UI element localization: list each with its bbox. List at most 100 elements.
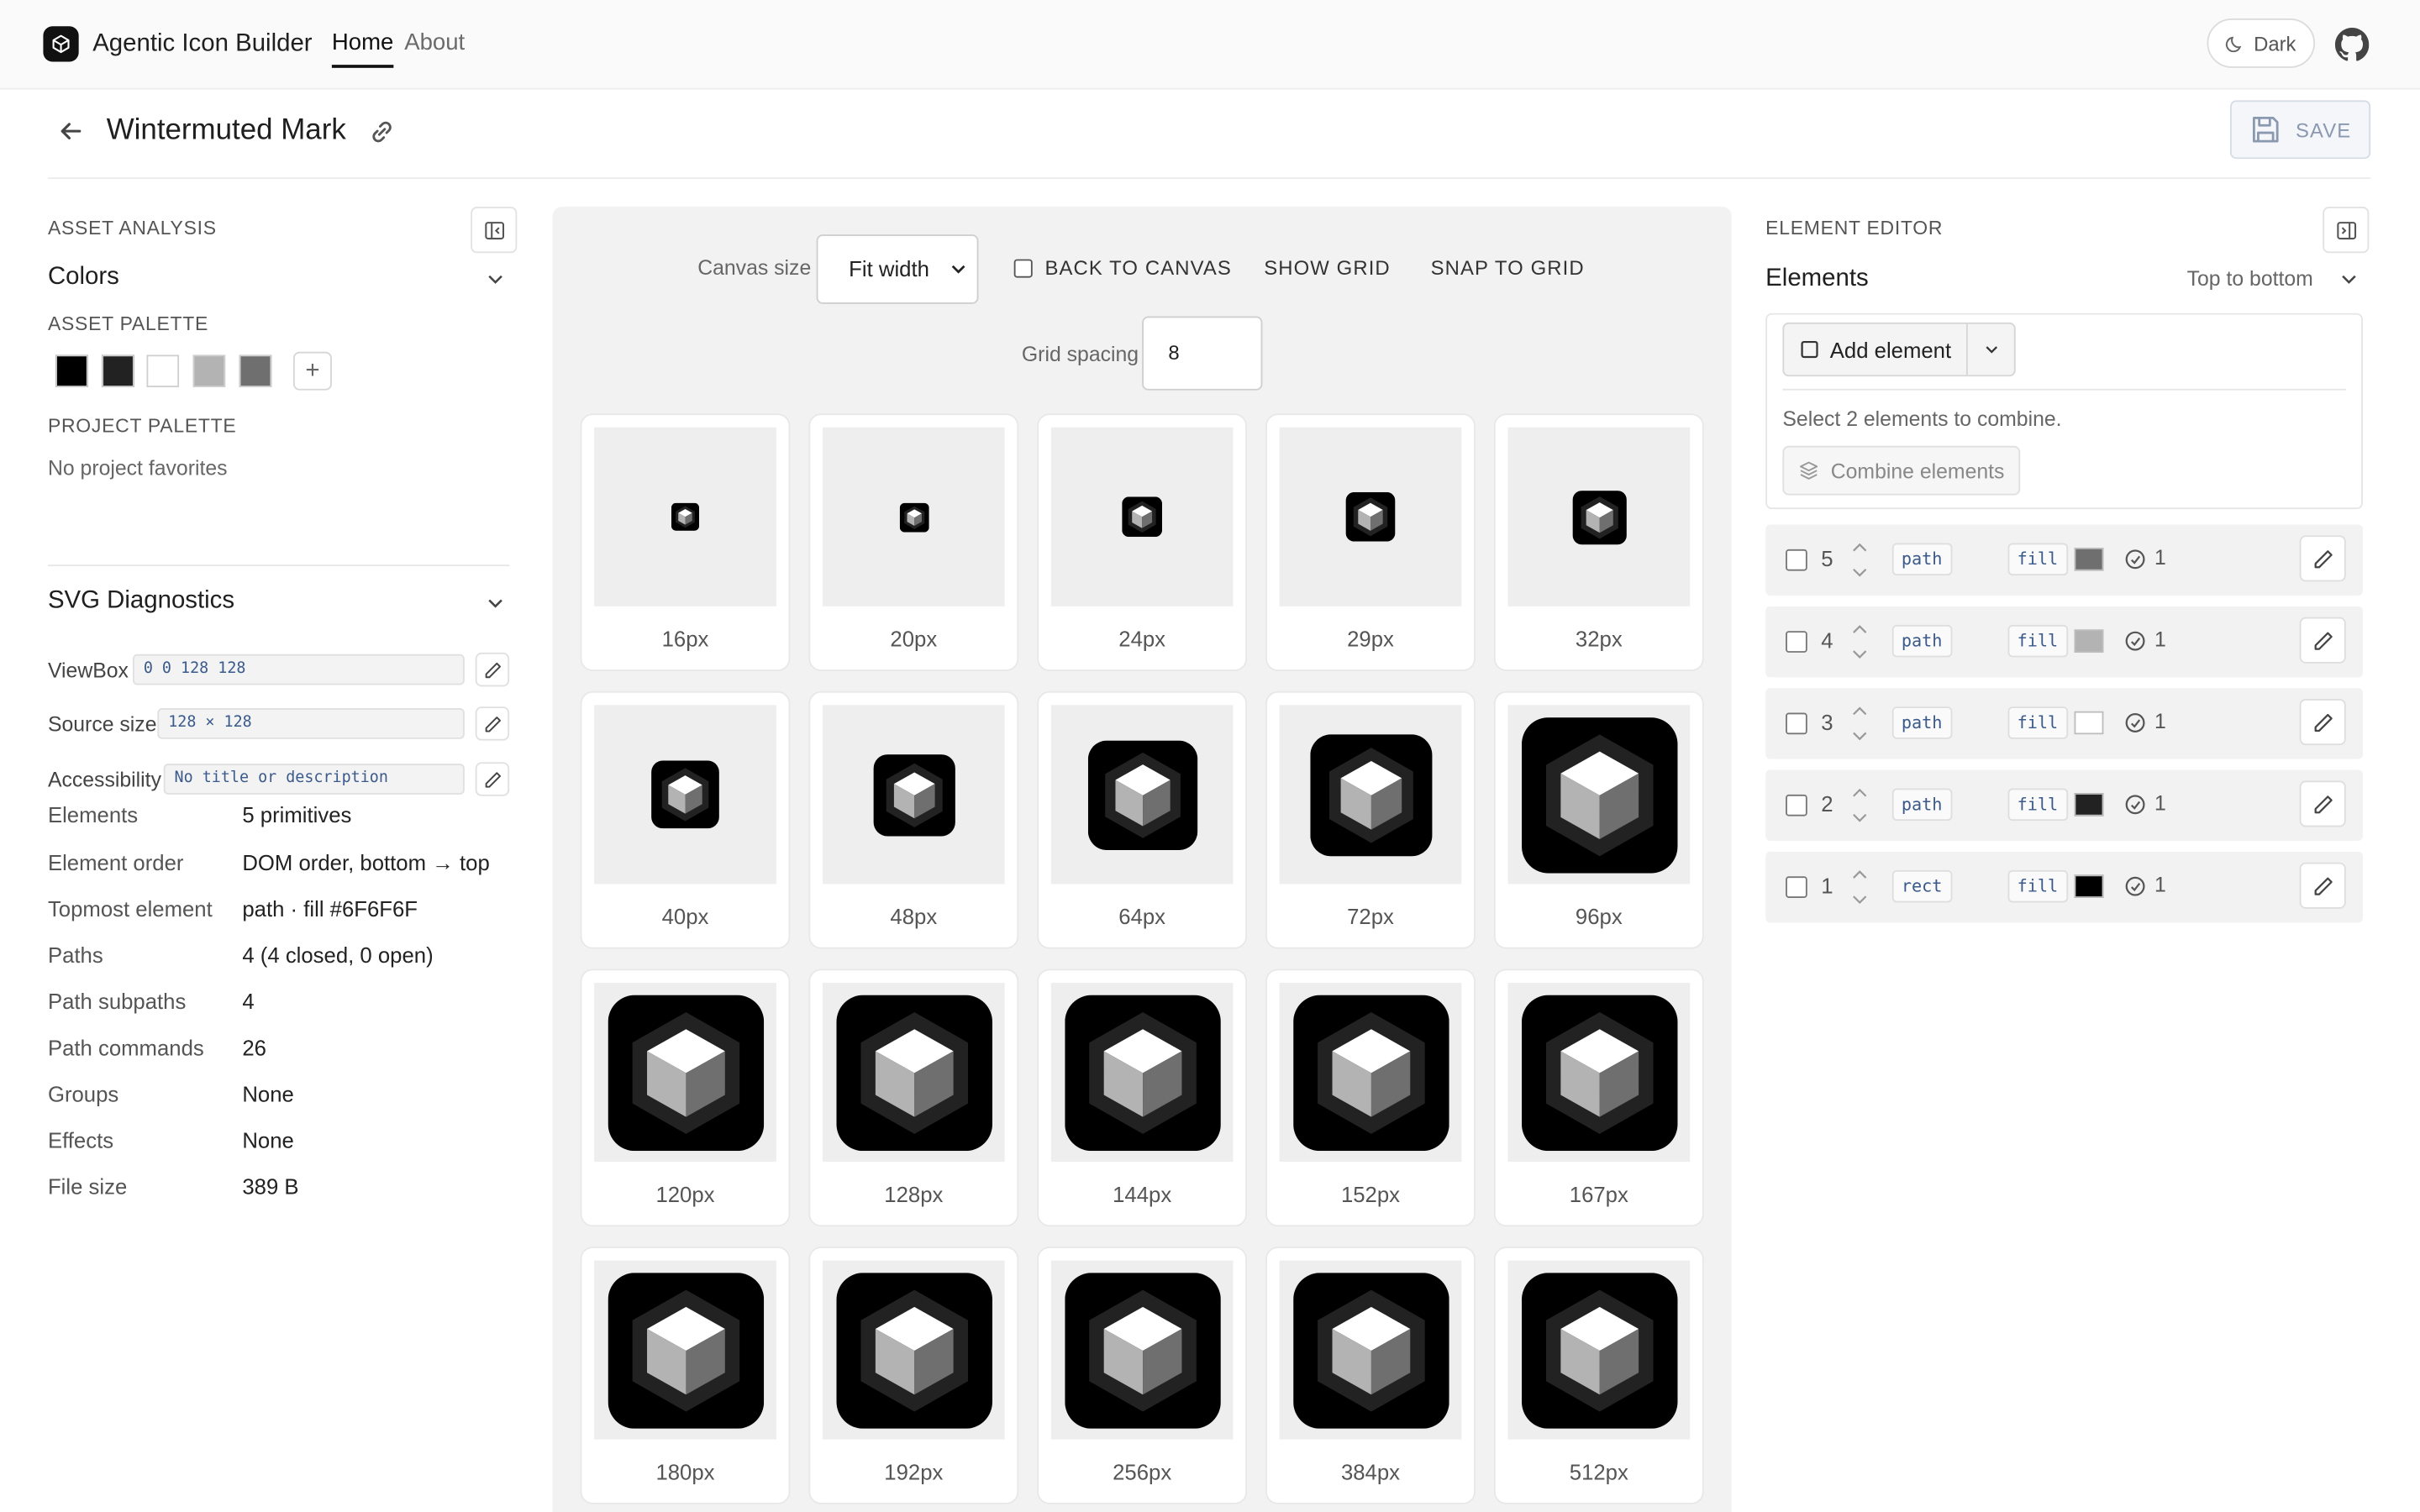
size-preview-tile[interactable]: 48px — [808, 690, 1019, 949]
colors-title[interactable]: Colors — [48, 264, 119, 291]
size-preview-tile[interactable]: 64px — [1037, 690, 1248, 949]
fill-color-swatch[interactable] — [2074, 629, 2104, 653]
canvas-size-label: Canvas size — [697, 255, 812, 280]
theme-toggle-label: Dark — [2254, 31, 2296, 55]
size-preview-tile[interactable]: 384px — [1265, 1247, 1476, 1504]
reorder-arrows-icon[interactable] — [1848, 699, 1872, 748]
size-preview-tile[interactable]: 16px — [580, 413, 791, 671]
collapse-left-panel-button[interactable] — [471, 207, 518, 254]
size-preview-tile[interactable]: 512px — [1493, 1247, 1704, 1504]
fill-color-swatch[interactable] — [2074, 548, 2104, 571]
element-opacity: 1 — [2154, 546, 2166, 570]
element-opacity: 1 — [2154, 791, 2166, 815]
github-icon[interactable] — [2334, 28, 2370, 61]
svg-diagnostics-title[interactable]: SVG Diagnostics — [48, 588, 234, 616]
collapse-right-panel-button[interactable] — [2323, 207, 2370, 254]
element-select-checkbox[interactable] — [1786, 549, 1807, 571]
size-preview-tile[interactable]: 96px — [1493, 690, 1704, 949]
grid-spacing-input[interactable]: 8 — [1142, 316, 1263, 391]
palette-swatch[interactable] — [55, 354, 88, 388]
edit-element-button[interactable] — [2299, 862, 2346, 909]
add-color-button[interactable]: + — [292, 351, 332, 391]
element-select-checkbox[interactable] — [1786, 712, 1807, 735]
size-preview-tile[interactable]: 24px — [1037, 413, 1248, 671]
save-button[interactable]: SAVE — [2230, 100, 2371, 160]
element-select-checkbox[interactable] — [1786, 876, 1807, 898]
back-to-canvas-checkbox[interactable] — [1013, 258, 1033, 277]
edit-element-button[interactable] — [2299, 617, 2346, 664]
paint-type-tag[interactable]: fill — [2007, 624, 2068, 658]
reorder-arrows-icon[interactable] — [1848, 780, 1872, 830]
icon-preview — [822, 705, 1005, 885]
palette-swatch[interactable] — [146, 354, 180, 388]
fill-color-swatch[interactable] — [2074, 874, 2104, 898]
edit-viewbox-button[interactable] — [475, 652, 510, 687]
size-preview-tile[interactable]: 128px — [808, 969, 1019, 1227]
reorder-arrows-icon[interactable] — [1848, 863, 1872, 912]
app-logo-icon[interactable] — [43, 26, 79, 62]
size-preview-tile[interactable]: 72px — [1265, 690, 1476, 949]
combine-elements-button[interactable]: Combine elements — [1782, 445, 2021, 496]
palette-swatch[interactable] — [239, 354, 272, 388]
chevron-down-icon[interactable] — [2337, 267, 2361, 291]
size-preview-tile[interactable]: 167px — [1493, 969, 1704, 1227]
paint-type-tag[interactable]: fill — [2007, 788, 2068, 822]
element-select-checkbox[interactable] — [1786, 794, 1807, 816]
size-preview-tile[interactable]: 192px — [808, 1247, 1019, 1504]
size-preview-tile[interactable]: 20px — [808, 413, 1019, 671]
nav-about-link[interactable]: About — [404, 29, 465, 55]
theme-toggle-button[interactable]: Dark — [2207, 18, 2316, 68]
paint-type-tag[interactable]: fill — [2007, 543, 2068, 576]
add-element-button[interactable]: Add element — [1784, 323, 1968, 375]
paint-type-tag[interactable]: fill — [2007, 869, 2068, 903]
app-title[interactable]: Agentic Icon Builder — [92, 31, 312, 59]
nav-home-link[interactable]: Home — [331, 29, 394, 68]
edit-element-button[interactable] — [2299, 699, 2346, 746]
size-preview-tile[interactable]: 40px — [580, 690, 791, 949]
link-icon[interactable] — [367, 118, 397, 147]
show-grid-button[interactable]: SHOW GRID — [1264, 256, 1391, 280]
fill-color-swatch[interactable] — [2074, 793, 2104, 816]
size-preview-tile[interactable]: 29px — [1265, 413, 1476, 671]
reorder-arrows-icon[interactable] — [1848, 535, 1872, 585]
size-preview-tile[interactable]: 144px — [1037, 969, 1248, 1227]
fill-color-swatch[interactable] — [2074, 711, 2104, 735]
cube-logo-icon — [607, 994, 764, 1151]
element-opacity: 1 — [2154, 873, 2166, 897]
size-preview-tile[interactable]: 152px — [1265, 969, 1476, 1227]
element-select-checkbox[interactable] — [1786, 631, 1807, 653]
element-row[interactable]: 3 path fill 1 — [1765, 688, 2363, 759]
edit-accessibility-button[interactable] — [475, 762, 510, 796]
add-element-dropdown[interactable] — [1968, 324, 2016, 375]
edit-source-size-button[interactable] — [475, 706, 510, 741]
edit-element-button[interactable] — [2299, 780, 2346, 827]
back-arrow-icon[interactable] — [57, 118, 85, 145]
size-label: 29px — [1347, 626, 1394, 652]
snap-to-grid-button[interactable]: SNAP TO GRID — [1431, 256, 1585, 280]
element-row[interactable]: 5 path fill 1 — [1765, 524, 2363, 596]
size-preview-tile[interactable]: 180px — [580, 1247, 791, 1504]
size-preview-tile[interactable]: 120px — [580, 969, 791, 1227]
back-to-canvas-toggle[interactable]: BACK TO CANVAS — [1013, 256, 1232, 279]
chevron-down-icon[interactable] — [483, 267, 508, 291]
sort-order-select[interactable]: Top to bottom — [2187, 267, 2313, 291]
viewbox-field[interactable]: 0 0 128 128 — [132, 654, 465, 685]
palette-swatch[interactable] — [102, 354, 134, 388]
element-row[interactable]: 4 path fill 1 — [1765, 606, 2363, 678]
chevron-down-icon[interactable] — [483, 591, 508, 615]
accessibility-field[interactable]: No title or description — [163, 764, 465, 795]
reorder-arrows-icon[interactable] — [1848, 617, 1872, 667]
size-preview-tile[interactable]: 256px — [1037, 1247, 1248, 1504]
canvas-size-select[interactable]: Fit width — [816, 234, 979, 304]
palette-swatch[interactable] — [192, 354, 226, 388]
edit-element-button[interactable] — [2299, 535, 2346, 582]
paint-type-tag[interactable]: fill — [2007, 706, 2068, 739]
cube-logo-icon — [651, 760, 719, 829]
stat-label: Paths — [47, 942, 103, 968]
moon-icon — [2226, 35, 2242, 52]
element-row[interactable]: 2 path fill 1 — [1765, 769, 2363, 842]
source-size-field[interactable]: 128 × 128 — [157, 708, 465, 739]
size-preview-tile[interactable]: 32px — [1493, 413, 1704, 671]
element-row[interactable]: 1 rect fill 1 — [1765, 851, 2363, 923]
project-palette-label: PROJECT PALETTE — [47, 415, 237, 437]
